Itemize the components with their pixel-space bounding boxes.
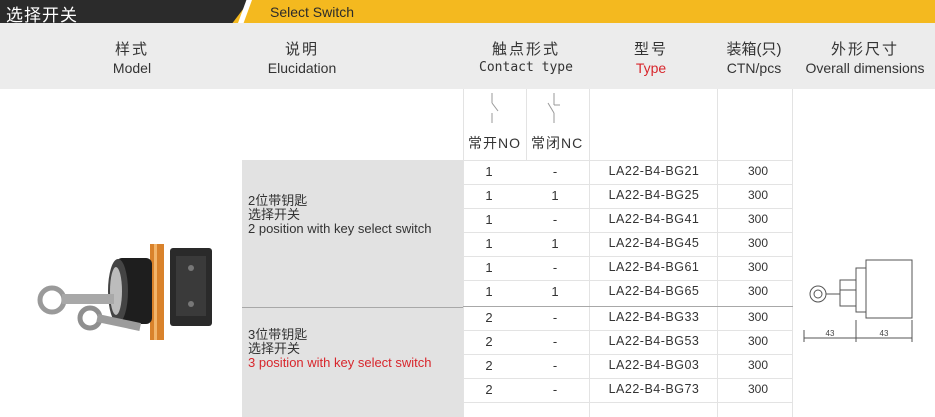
cell-type: LA22-B4-BG73 xyxy=(608,382,700,396)
cell-no: 2 xyxy=(485,310,493,325)
header-contact: 触点形式 Contact type xyxy=(463,23,589,89)
table-row: 2 - LA22-B4-BG73 300 xyxy=(463,379,793,403)
group-2pos-line2: 选择开关 xyxy=(248,207,301,222)
cell-ctn: 300 xyxy=(747,260,769,274)
group-3pos-line2: 选择开关 xyxy=(248,341,301,356)
cell-ctn: 300 xyxy=(747,310,769,324)
cell-type: LA22-B4-BG65 xyxy=(608,284,700,298)
header-overall-en: Overall dimensions xyxy=(805,60,925,76)
cell-nc: - xyxy=(552,260,558,275)
header-model-en: Model xyxy=(112,60,152,76)
cell-nc: - xyxy=(552,310,558,325)
cell-nc: 1 xyxy=(551,188,559,203)
description-divider xyxy=(242,307,463,308)
cell-nc: - xyxy=(552,334,558,349)
group-description-2pos: 2位带钥匙 选择开关 2 position with key select sw… xyxy=(248,194,432,236)
group-3pos-line1: 3位带钥匙 xyxy=(248,327,308,342)
title-english: Select Switch xyxy=(270,4,355,20)
dimension-left: 43 xyxy=(826,329,835,338)
header-contact-cn: 触点形式 xyxy=(491,41,560,58)
cell-no: 1 xyxy=(485,260,493,275)
grid-line xyxy=(526,89,527,160)
contact-label-no: 常开NO xyxy=(468,135,521,151)
cell-ctn: 300 xyxy=(747,188,769,202)
dimension-drawing: 43 43 xyxy=(803,259,913,342)
grid-line xyxy=(463,402,793,403)
cell-no: 1 xyxy=(485,164,493,179)
cell-type: LA22-B4-BG21 xyxy=(608,164,700,178)
title-bar: 选择开关 Select Switch xyxy=(0,0,935,25)
cell-nc: 1 xyxy=(551,236,559,251)
cell-nc: - xyxy=(552,212,558,227)
group-description-3pos: 3位带钥匙 选择开关 3 position with key select sw… xyxy=(248,328,432,370)
cell-ctn: 300 xyxy=(747,382,769,396)
header-type-cn: 型号 xyxy=(633,41,668,58)
key-switch-photo xyxy=(37,244,212,340)
header-ctn: 装箱(只) CTN/pcs xyxy=(712,23,796,89)
cell-no: 2 xyxy=(485,334,493,349)
table-row: 1 - LA22-B4-BG41 300 xyxy=(463,209,793,233)
cell-no: 1 xyxy=(485,188,493,203)
table-header: 样式 Model 说明 Elucidation 触点形式 Contact typ… xyxy=(0,23,935,89)
table-row: 1 1 LA22-B4-BG65 300 xyxy=(463,281,793,305)
header-contact-en: Contact type xyxy=(479,60,573,75)
header-model: 样式 Model xyxy=(62,23,202,89)
cell-ctn: 300 xyxy=(747,358,769,372)
cell-no: 1 xyxy=(485,212,493,227)
header-overall: 外形尺寸 Overall dimensions xyxy=(795,23,935,89)
cell-no: 1 xyxy=(485,284,493,299)
table-row: 2 - LA22-B4-BG03 300 xyxy=(463,355,793,379)
table-row: 1 - LA22-B4-BG21 300 xyxy=(463,161,793,185)
cell-type: LA22-B4-BG45 xyxy=(608,236,700,250)
cell-type: LA22-B4-BG03 xyxy=(608,358,700,372)
header-elucidation: 说明 Elucidation xyxy=(232,23,372,89)
header-ctn-en: CTN/pcs xyxy=(726,60,782,76)
cell-type: LA22-B4-BG41 xyxy=(608,212,700,226)
cell-no: 2 xyxy=(485,358,493,373)
cell-nc: - xyxy=(552,358,558,373)
cell-nc: - xyxy=(552,164,558,179)
cell-type: LA22-B4-BG25 xyxy=(608,188,700,202)
group-3pos-line3: 3 position with key select switch xyxy=(248,355,432,370)
header-type: 型号 Type xyxy=(596,23,706,89)
cell-no: 1 xyxy=(485,236,493,251)
dimension-right: 43 xyxy=(880,329,889,338)
normally-closed-symbol-icon xyxy=(547,93,560,123)
contact-label-nc: 常闭NC xyxy=(531,135,584,151)
cell-type: LA22-B4-BG61 xyxy=(608,260,700,274)
table-row: 1 1 LA22-B4-BG25 300 xyxy=(463,185,793,209)
normally-open-symbol-icon xyxy=(491,93,499,123)
header-model-cn: 样式 xyxy=(114,41,149,58)
header-type-en: Type xyxy=(635,60,667,76)
cell-type: LA22-B4-BG53 xyxy=(608,334,700,348)
table-row: 1 - LA22-B4-BG61 300 xyxy=(463,257,793,281)
header-elucidation-cn: 说明 xyxy=(284,41,319,58)
group-2pos-line1: 2位带钥匙 xyxy=(248,193,308,208)
table-row: 2 - LA22-B4-BG53 300 xyxy=(463,331,793,355)
header-ctn-cn: 装箱(只) xyxy=(726,41,782,58)
group-2pos-line3: 2 position with key select switch xyxy=(248,221,432,236)
cell-ctn: 300 xyxy=(747,334,769,348)
cell-ctn: 300 xyxy=(747,236,769,250)
header-elucidation-en: Elucidation xyxy=(267,60,337,76)
cell-nc: 1 xyxy=(551,284,559,299)
table-row: 1 1 LA22-B4-BG45 300 xyxy=(463,233,793,257)
cell-ctn: 300 xyxy=(747,164,769,178)
cell-ctn: 300 xyxy=(747,212,769,226)
header-overall-cn: 外形尺寸 xyxy=(830,41,899,58)
cell-type: LA22-B4-BG33 xyxy=(608,310,700,324)
cell-nc: - xyxy=(552,382,558,397)
cell-ctn: 300 xyxy=(747,284,769,298)
table-row: 2 - LA22-B4-BG33 300 xyxy=(463,307,793,331)
cell-no: 2 xyxy=(485,382,493,397)
